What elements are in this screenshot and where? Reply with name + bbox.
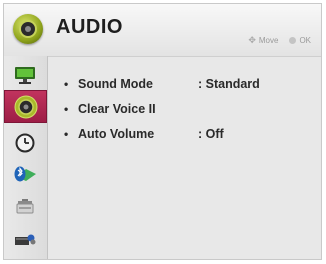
ok-button-icon (289, 37, 297, 44)
move-arrows-icon: ✥ (248, 35, 256, 45)
bullet-icon: • (64, 102, 69, 116)
sidebar-item-picture[interactable] (7, 60, 43, 89)
move-hint-label: Move (258, 36, 279, 45)
lock-icon (16, 198, 34, 213)
menu-title: AUDIO (56, 16, 123, 38)
bullet-icon: • (64, 77, 69, 91)
bluetooth-icon (14, 166, 36, 181)
sidebar-item-bluetooth[interactable] (7, 159, 43, 188)
audio-speaker-icon (13, 14, 43, 44)
option-icon (15, 234, 36, 245)
sidebar-item-audio[interactable] (4, 90, 47, 123)
ok-hint-label: OK (299, 36, 311, 45)
sidebar-item-lock[interactable] (7, 191, 43, 220)
menu-item-auto-volume[interactable]: • Auto Volume : Off (64, 124, 224, 144)
category-sidebar (4, 56, 48, 259)
picture-monitor-icon (15, 66, 35, 84)
menu-item-label: Sound Mode (78, 77, 153, 91)
navigation-hints: ✥ Move OK (248, 35, 311, 46)
menu-item-label: Clear Voice II (78, 102, 156, 116)
menu-item-label: Auto Volume (78, 127, 155, 141)
menu-content: • Sound Mode : Standard • Clear Voice II… (48, 57, 321, 259)
clock-icon (15, 133, 35, 152)
bullet-icon: • (64, 127, 69, 141)
menu-item-clear-voice[interactable]: • Clear Voice II (64, 99, 198, 119)
menu-header: AUDIO ✥ Move OK (4, 4, 321, 57)
audio-speaker-icon (14, 95, 37, 118)
menu-item-sound-mode[interactable]: • Sound Mode : Standard (64, 74, 260, 94)
menu-item-value: : Off (198, 127, 224, 141)
menu-item-value: : Standard (198, 77, 260, 91)
sidebar-item-time[interactable] (7, 128, 43, 157)
sidebar-item-option[interactable] (7, 224, 43, 253)
audio-settings-menu: AUDIO ✥ Move OK • Sound Mode: Standard … (3, 3, 322, 260)
